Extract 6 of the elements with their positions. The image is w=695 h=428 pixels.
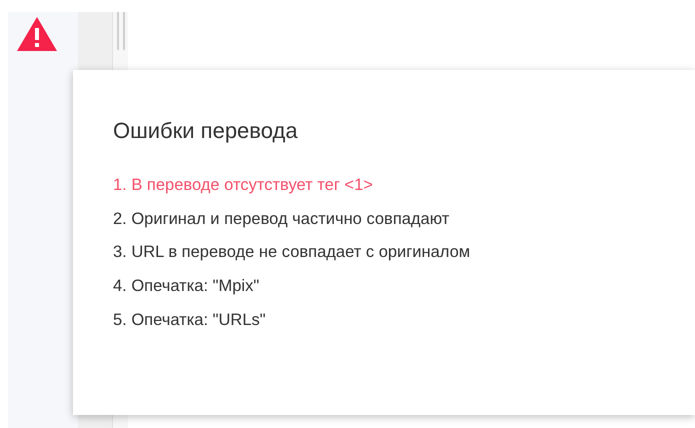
error-item[interactable]: 2. Оригинал и перевод частично совпадают	[113, 208, 655, 230]
error-item[interactable]: 3. URL в переводе не совпадает с оригиналом	[113, 242, 655, 263]
popup-title: Ошибки перевода	[113, 117, 299, 145]
warning-icon	[16, 16, 58, 52]
error-item[interactable]: 4. Опечатка: "Mpix"	[113, 276, 655, 296]
error-item[interactable]: 5. Опечатка: "URLs"	[113, 310, 655, 330]
